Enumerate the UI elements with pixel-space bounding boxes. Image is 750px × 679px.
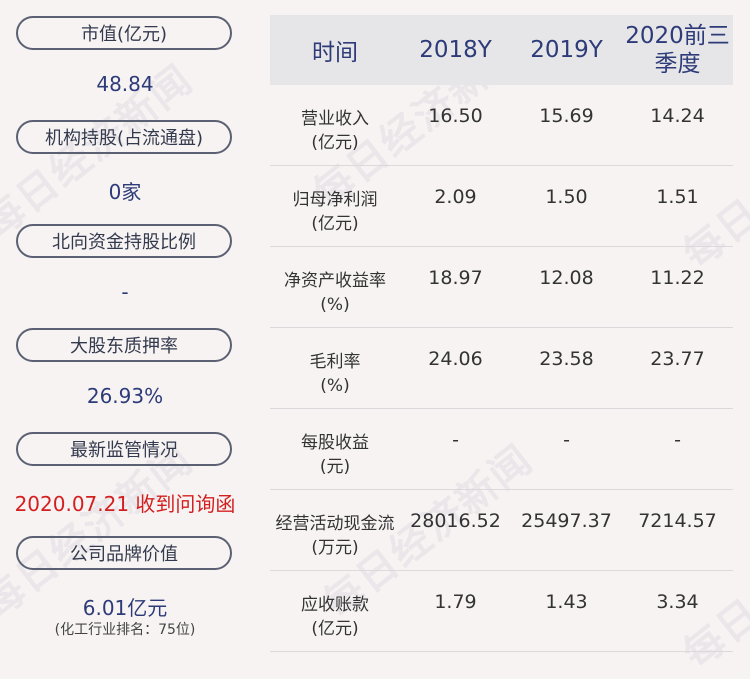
table-cell: 18.97 [428,267,483,289]
row-label: 每股收益 (元) [301,433,369,477]
table-cell: 23.77 [650,348,705,370]
row-label: 营业收入 (亿元) [301,109,369,153]
table-cell: 25497.37 [521,510,612,532]
header-cell: 时间 [312,40,358,66]
table-cell: 28016.52 [410,510,501,532]
table-cell: 3.34 [656,591,699,613]
table-cell: 14.24 [650,105,705,127]
table-cell: 23.58 [539,348,594,370]
metric-note-brand-rank: (化工行业排名：75位) [54,622,196,638]
table-row: 经营活动现金流 (万元) 28016.52 25497.37 7214.57 [270,490,733,571]
table-cell: - [452,429,459,451]
table-cell: 1.79 [434,591,477,613]
metric-value-northbound-ratio: - [121,280,129,304]
table-row: 净资产收益率 (%) 18.97 12.08 11.22 [270,247,733,328]
metric-label-regulatory-status: 最新监管情况 [16,432,232,466]
metric-value-brand-value: 6.01亿元 [82,596,168,620]
metric-label-brand-value: 公司品牌价值 [16,536,232,570]
header-cell: 2020前三季度 [625,23,730,77]
table-cell: 2.09 [434,186,477,208]
table-row: 归母净利润 (亿元) 2.09 1.50 1.51 [270,166,733,247]
table-row: 每股收益 (元) - - - [270,409,733,490]
table-row: 毛利率 (%) 24.06 23.58 23.77 [270,328,733,409]
row-label: 净资产收益率 (%) [284,271,386,315]
table-cell: 7214.57 [638,510,717,532]
table-cell: - [563,429,570,451]
metric-label-pledge-ratio: 大股东质押率 [16,328,232,362]
table-row: 应收账款 (亿元) 1.79 1.43 3.34 [270,571,733,652]
metric-label-institutional-holdings: 机构持股(占流通盘) [16,120,232,154]
metric-value-regulatory-status: 2020.07.21 收到问询函 [14,492,236,516]
table-cell: 1.43 [545,591,588,613]
row-label: 经营活动现金流 (万元) [275,514,395,558]
table-header: 时间 2018Y 2019Y 2020前三季度 [270,15,733,85]
table-cell: - [674,429,681,451]
table-cell: 12.08 [539,267,594,289]
table-cell: 1.51 [656,186,699,208]
metric-label-northbound-ratio: 北向资金持股比例 [16,224,232,258]
key-metrics-panel: 市值(亿元) 48.84 机构持股(占流通盘) 0家 北向资金持股比例 - 大股… [0,0,250,667]
metric-value-institutional-holdings: 0家 [108,180,142,204]
metric-value-pledge-ratio: 26.93% [86,384,164,408]
row-label: 应收账款 (亿元) [301,595,369,639]
row-label: 归母净利润 (亿元) [292,190,378,234]
row-label: 毛利率 (%) [309,352,361,396]
metric-label-market-cap: 市值(亿元) [16,16,232,50]
header-cell: 2018Y [419,37,492,63]
table-cell: 16.50 [428,105,483,127]
metric-value-market-cap: 48.84 [96,72,154,96]
table-cell: 1.50 [545,186,588,208]
table-cell: 11.22 [650,267,705,289]
financial-table: 时间 2018Y 2019Y 2020前三季度 营业收入 (亿元) 16.50 1… [270,15,733,652]
table-cell: 15.69 [539,105,594,127]
header-cell: 2019Y [530,37,603,63]
table-row: 营业收入 (亿元) 16.50 15.69 14.24 [270,85,733,166]
table-cell: 24.06 [428,348,483,370]
